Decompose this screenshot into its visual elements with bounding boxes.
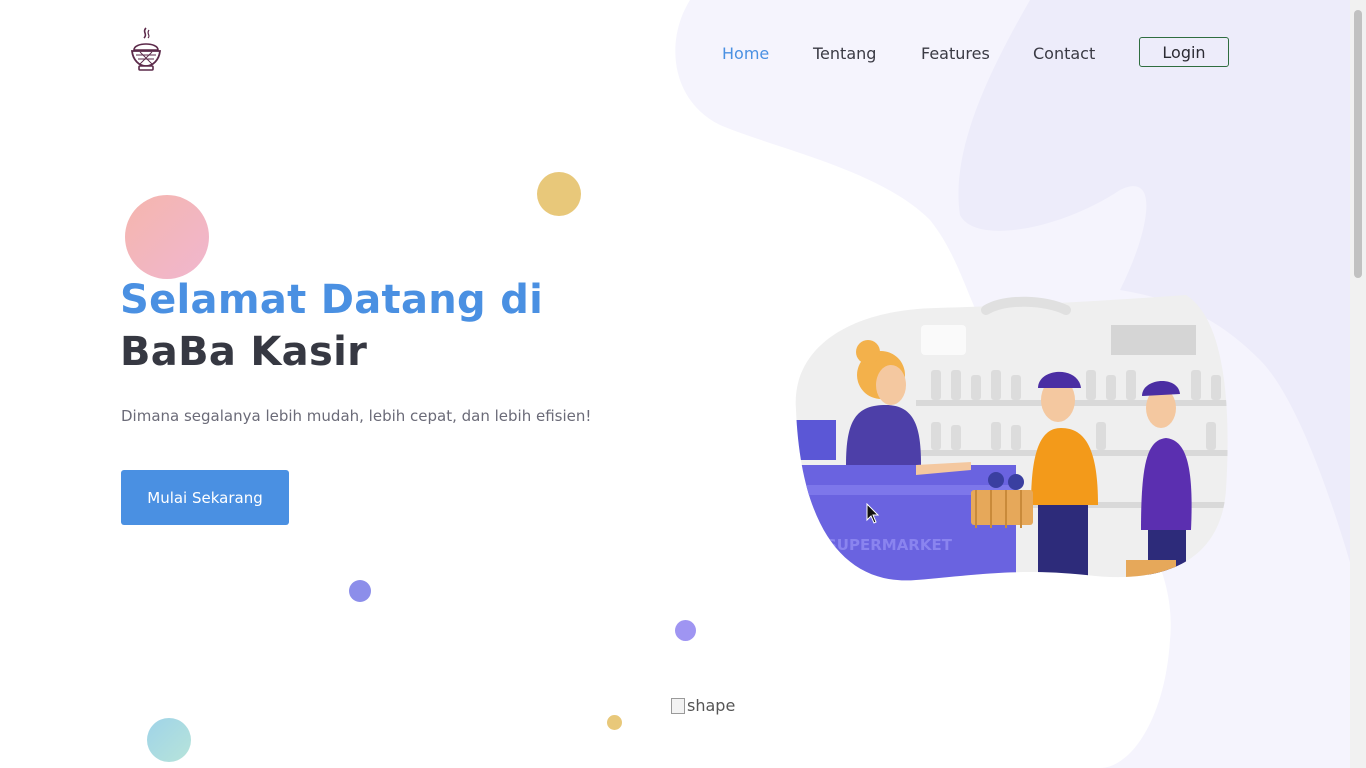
broken-image-alt-text: shape (687, 696, 736, 715)
nav-item-tentang[interactable]: Tentang (813, 44, 876, 63)
nav-item-contact[interactable]: Contact (1033, 44, 1095, 63)
broken-image-icon (671, 697, 685, 714)
decor-bubble-violet (675, 620, 696, 641)
hero-title-line2: BaBa Kasir (120, 329, 368, 375)
decor-bubble-pink (125, 195, 209, 279)
nav-item-home[interactable]: Home (722, 44, 769, 63)
decor-bubble-gold (537, 172, 581, 216)
mouse-cursor-icon (866, 503, 880, 524)
broken-shape-image: shape (671, 696, 735, 715)
nav-item-features[interactable]: Features (921, 44, 990, 63)
decor-bubble-gold-small (607, 715, 622, 730)
hero-title: Selamat Datang di BaBa Kasir (120, 274, 543, 378)
supermarket-sign: SUPERMARKET (826, 536, 953, 554)
page-scrollbar[interactable] (1350, 0, 1366, 768)
login-button[interactable]: Login (1139, 37, 1229, 67)
decor-bubble-purple (349, 580, 371, 602)
supermarket-cashier-illustration: SUPERMARKET (795, 295, 1228, 581)
start-now-button[interactable]: Mulai Sekarang (121, 470, 289, 525)
hero-title-line1: Selamat Datang di (120, 277, 544, 323)
rice-bowl-logo-icon[interactable] (126, 26, 166, 76)
scrollbar-thumb[interactable] (1354, 10, 1362, 278)
decor-bubble-teal (147, 718, 191, 762)
hero-subtitle: Dimana segalanya lebih mudah, lebih cepa… (121, 407, 592, 425)
